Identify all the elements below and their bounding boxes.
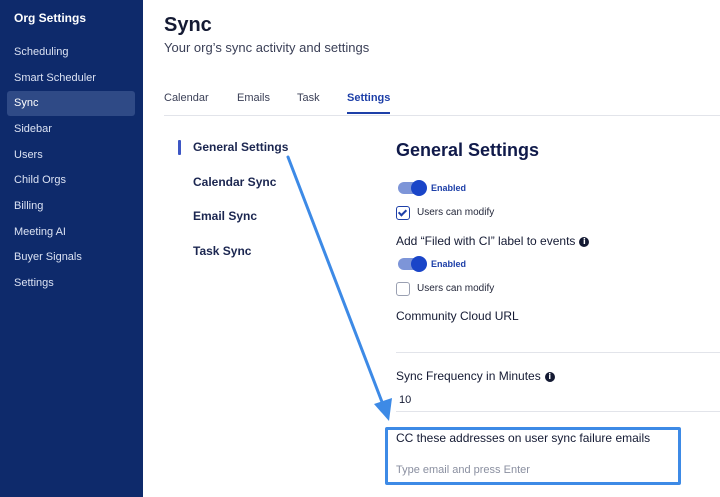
sync-frequency-label-text: Sync Frequency in Minutes <box>396 369 541 383</box>
sync-enabled-label: Enabled <box>431 183 467 193</box>
sidebar-item-buyer-signals[interactable]: Buyer Signals <box>7 245 135 270</box>
sidebar-item-meeting-ai[interactable]: Meeting AI <box>7 220 135 245</box>
toggle-knob <box>411 256 427 272</box>
sidebar-item-scheduling[interactable]: Scheduling <box>7 40 135 65</box>
filed-enabled-toggle[interactable] <box>398 256 427 272</box>
settings-nav-task-sync[interactable]: Task Sync <box>193 244 251 258</box>
arrow-head <box>374 398 392 421</box>
settings-nav-general[interactable]: General Settings <box>193 140 288 154</box>
filed-enabled-label: Enabled <box>431 259 467 269</box>
sidebar-item-billing[interactable]: Billing <box>7 194 135 219</box>
active-nav-indicator <box>178 140 181 155</box>
community-cloud-url-label: Community Cloud URL <box>396 309 519 323</box>
page-title: Sync <box>164 14 212 36</box>
sidebar: Org Settings Scheduling Smart Scheduler … <box>0 0 143 497</box>
sidebar-title: Org Settings <box>14 11 87 25</box>
settings-nav-calendar-sync[interactable]: Calendar Sync <box>193 175 276 189</box>
tab-task[interactable]: Task <box>297 92 320 112</box>
highlight-box <box>385 427 681 485</box>
filed-users-can-modify-label: Users can modify <box>417 283 495 294</box>
info-icon[interactable]: i <box>579 236 590 247</box>
community-cloud-url-input-underline[interactable] <box>396 352 720 353</box>
section-title: General Settings <box>396 140 540 160</box>
sync-frequency-label: Sync Frequency in Minutes i <box>396 369 555 383</box>
sync-frequency-input[interactable]: 10 <box>399 394 411 406</box>
tab-emails[interactable]: Emails <box>237 92 270 112</box>
toggle-knob <box>411 180 427 196</box>
sync-users-can-modify-label: Users can modify <box>417 207 495 218</box>
sidebar-item-smart-scheduler[interactable]: Smart Scheduler <box>7 66 135 91</box>
tab-calendar[interactable]: Calendar <box>164 92 209 112</box>
sidebar-item-users[interactable]: Users <box>7 143 135 168</box>
sidebar-item-child-orgs[interactable]: Child Orgs <box>7 168 135 193</box>
checkmark-icon <box>397 207 408 217</box>
page-subtitle: Your org’s sync activity and settings <box>164 40 370 55</box>
filed-label-heading: Add “Filed with CI” label to events i <box>396 234 590 248</box>
info-icon[interactable]: i <box>544 371 555 382</box>
tab-settings[interactable]: Settings <box>347 92 391 114</box>
sync-users-can-modify-checkbox[interactable] <box>396 206 410 220</box>
sidebar-item-sync[interactable]: Sync <box>7 91 135 116</box>
tab-bar: Calendar Emails Task Settings <box>164 86 720 116</box>
sync-enabled-toggle[interactable] <box>398 180 427 196</box>
arrow-shaft <box>286 155 384 404</box>
filed-label-heading-text: Add “Filed with CI” label to events <box>396 234 576 248</box>
sidebar-item-settings[interactable]: Settings <box>7 271 135 296</box>
sidebar-item-sidebar[interactable]: Sidebar <box>7 117 135 142</box>
settings-nav-email-sync[interactable]: Email Sync <box>193 209 257 223</box>
sync-frequency-underline <box>396 411 720 412</box>
filed-users-can-modify-checkbox[interactable] <box>396 282 410 296</box>
